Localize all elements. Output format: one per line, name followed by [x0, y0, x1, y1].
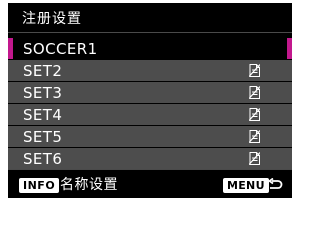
no-data-icon	[249, 130, 260, 143]
no-data-icon	[249, 64, 260, 77]
info-button[interactable]: INFO	[19, 178, 60, 193]
list-item-label: SET5	[23, 128, 63, 146]
page-title: 注册设置	[22, 11, 82, 27]
return-arrow-icon[interactable]	[267, 178, 283, 192]
title-divider	[8, 32, 292, 33]
list-item-set2[interactable]: SET2	[8, 60, 292, 81]
registration-set-list: SOCCER1 SET2 SET3 SET4 SET5 SET6	[8, 38, 292, 170]
list-item-label: SET3	[23, 84, 63, 102]
list-item-set4[interactable]: SET4	[8, 104, 292, 125]
no-data-icon	[249, 108, 260, 121]
list-item-set6[interactable]: SET6	[8, 148, 292, 169]
camera-menu-screen: 注册设置 SOCCER1 SET2 SET3 SET4 SET5 SET6 IN…	[8, 3, 292, 198]
menu-button[interactable]: MENU	[223, 178, 269, 193]
list-item-set5[interactable]: SET5	[8, 126, 292, 147]
list-item-set3[interactable]: SET3	[8, 82, 292, 103]
rename-label: 名称设置	[60, 177, 118, 193]
list-item-label: SET2	[23, 62, 63, 80]
no-data-icon	[249, 152, 260, 165]
list-item-label: SET4	[23, 106, 63, 124]
no-data-icon	[249, 86, 260, 99]
list-item-soccer1[interactable]: SOCCER1	[8, 38, 292, 59]
footer-divider	[8, 169, 292, 170]
list-item-label: SOCCER1	[23, 40, 98, 58]
list-item-label: SET6	[23, 150, 63, 168]
